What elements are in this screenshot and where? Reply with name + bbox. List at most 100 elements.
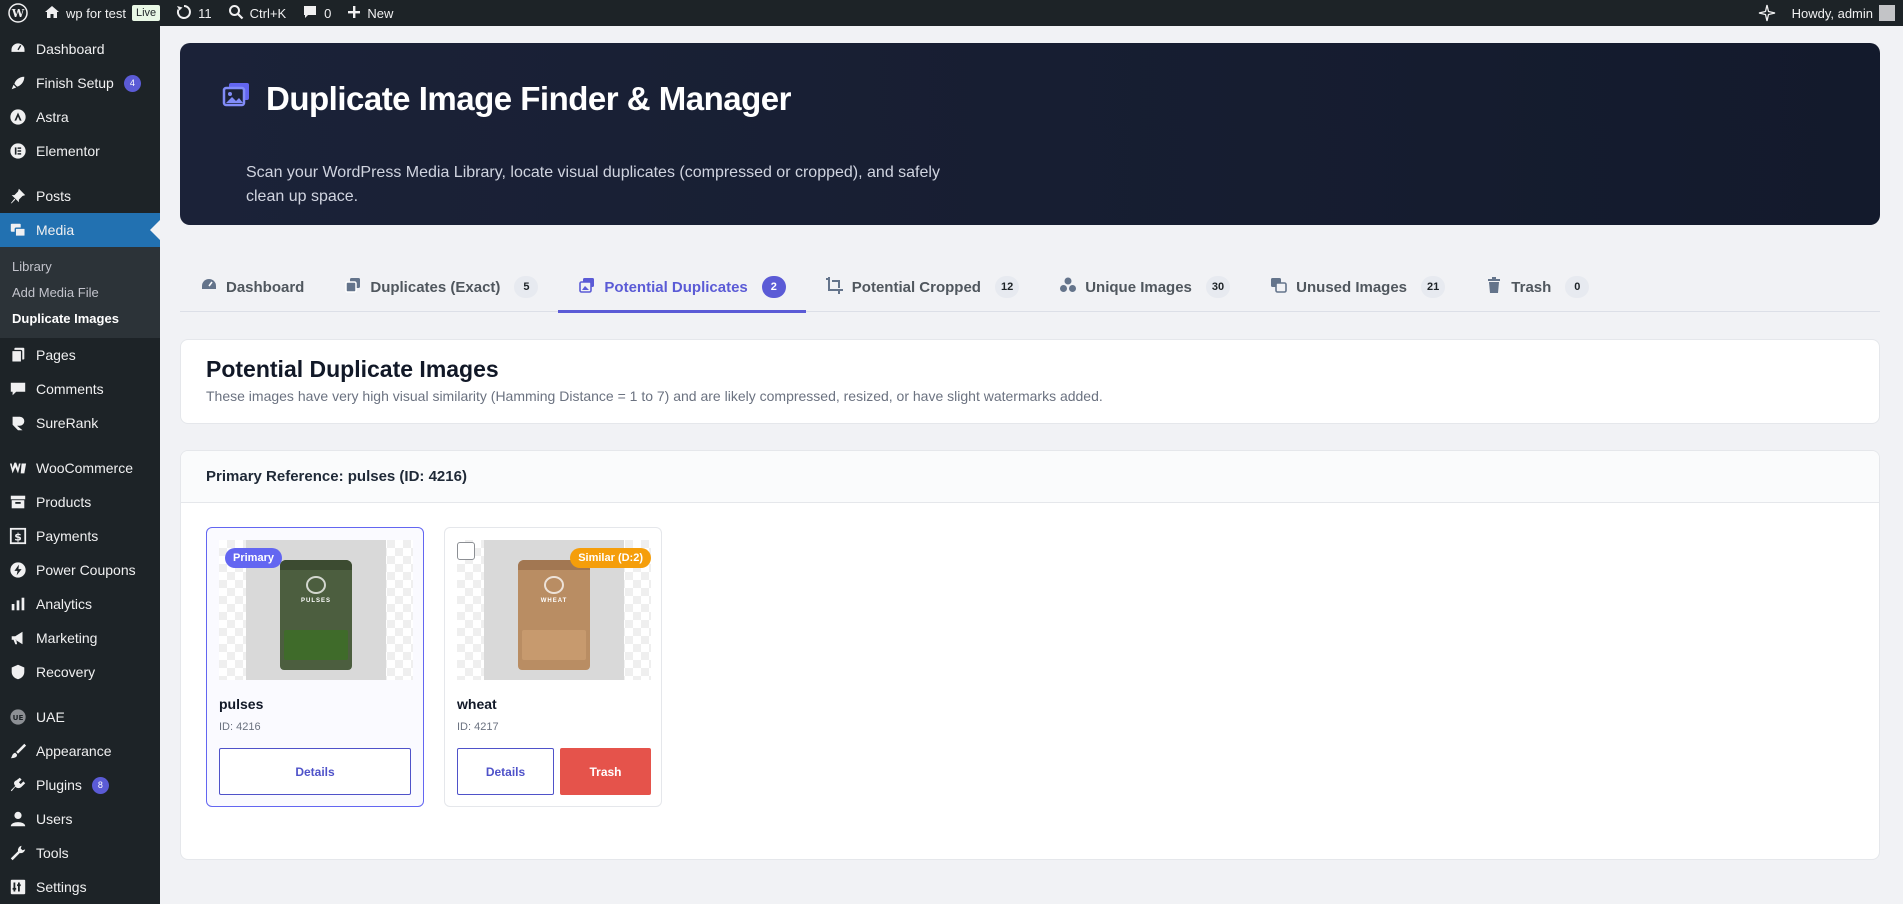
sidebar-item-plugins[interactable]: Plugins 8 bbox=[0, 768, 160, 802]
sidebar-item-marketing[interactable]: Marketing bbox=[0, 621, 160, 655]
sidebar-item-settings[interactable]: Settings bbox=[0, 870, 160, 904]
wrench-icon bbox=[8, 843, 28, 863]
trash-icon bbox=[1485, 276, 1503, 298]
images-icon bbox=[578, 276, 596, 298]
sidebar-item-comments[interactable]: Comments bbox=[0, 372, 160, 406]
sidebar-item-tools[interactable]: Tools bbox=[0, 836, 160, 870]
sidebar-item-analytics[interactable]: Analytics bbox=[0, 587, 160, 621]
sidebar-item-appearance[interactable]: Appearance bbox=[0, 734, 160, 768]
page-hero: Duplicate Image Finder & Manager Scan yo… bbox=[180, 43, 1880, 225]
images-stack-icon bbox=[220, 79, 252, 119]
section-description: These images have very high visual simil… bbox=[206, 388, 1103, 404]
sidebar-item-woocommerce[interactable]: WooCommerce bbox=[0, 451, 160, 485]
image-card-similar: WHEAT Similar (D:2) wheat ID: 4217 Detai… bbox=[444, 527, 662, 807]
tab-trash[interactable]: Trash 0 bbox=[1465, 262, 1609, 312]
image-card-primary: PULSES Primary pulses ID: 4216 Details bbox=[206, 527, 424, 807]
tab-potential-cropped[interactable]: Potential Cropped 12 bbox=[806, 262, 1039, 312]
sidebar-item-label: WooCommerce bbox=[36, 460, 133, 476]
comments-link[interactable]: 0 bbox=[294, 0, 339, 26]
woocommerce-icon bbox=[8, 458, 28, 478]
similarity-badge: Similar (D:2) bbox=[570, 548, 651, 568]
tab-label: Dashboard bbox=[226, 278, 305, 296]
new-content-link[interactable]: New bbox=[339, 0, 401, 26]
sidebar-item-label: Media bbox=[36, 222, 75, 238]
sidebar-item-power-coupons[interactable]: Power Coupons bbox=[0, 553, 160, 587]
tab-unused-images[interactable]: Unused Images 21 bbox=[1250, 262, 1465, 312]
sidebar-item-media[interactable]: Media bbox=[0, 213, 160, 247]
wordpress-logo-icon[interactable]: W bbox=[0, 0, 36, 26]
sidebar-item-label: Pages bbox=[36, 347, 76, 363]
plugins-count-badge: 8 bbox=[91, 776, 109, 794]
sidebar-item-label: Elementor bbox=[36, 143, 100, 159]
sidebar-item-label: UAE bbox=[36, 709, 65, 725]
sidebar-item-elementor[interactable]: Elementor bbox=[0, 134, 160, 168]
submenu-item-add-media-file[interactable]: Add Media File bbox=[0, 280, 160, 306]
tab-count: 21 bbox=[1421, 276, 1446, 298]
tab-count: 12 bbox=[994, 276, 1020, 298]
sidebar-item-uae[interactable]: UE UAE bbox=[0, 700, 160, 734]
new-label: New bbox=[367, 5, 394, 21]
user-icon bbox=[8, 809, 28, 829]
account-menu[interactable]: Howdy, admin bbox=[1784, 0, 1903, 26]
pushpin-icon bbox=[8, 186, 28, 206]
tab-label: Trash bbox=[1511, 278, 1552, 296]
sidebar-item-finish-setup[interactable]: Finish Setup 4 bbox=[0, 66, 160, 100]
sidebar-item-products[interactable]: Products bbox=[0, 485, 160, 519]
updates-link[interactable]: 11 bbox=[168, 0, 220, 26]
submenu-item-duplicate-images[interactable]: Duplicate Images bbox=[0, 306, 160, 332]
sidebar-item-astra[interactable]: Astra bbox=[0, 100, 160, 134]
bar-chart-icon bbox=[8, 594, 28, 614]
sidebar-item-label: Finish Setup bbox=[36, 75, 114, 91]
section-header-card: Potential Duplicate Images These images … bbox=[180, 339, 1880, 424]
sidebar-item-dashboard[interactable]: Dashboard bbox=[0, 32, 160, 66]
surerank-icon bbox=[8, 413, 28, 433]
primary-badge: Primary bbox=[225, 548, 282, 568]
paintbrush-icon bbox=[8, 741, 28, 761]
tab-count: 30 bbox=[1205, 276, 1231, 298]
tab-label: Potential Duplicates bbox=[604, 278, 748, 296]
site-name-link[interactable]: wp for test Live bbox=[36, 0, 168, 26]
bag-label: WHEAT bbox=[540, 598, 568, 604]
sidebar-item-label: Settings bbox=[36, 879, 87, 895]
svg-text:W: W bbox=[11, 7, 25, 20]
page-title-text: Duplicate Image Finder & Manager bbox=[266, 80, 791, 117]
duplicate-group-card: Primary Reference: pulses (ID: 4216) PUL… bbox=[180, 450, 1880, 860]
tab-unique-images[interactable]: Unique Images 30 bbox=[1039, 262, 1250, 312]
details-button[interactable]: Details bbox=[219, 748, 411, 795]
gauge-icon bbox=[200, 276, 218, 298]
sidebar-item-label: Recovery bbox=[36, 664, 96, 680]
sidebar-item-label: SureRank bbox=[36, 415, 99, 431]
ai-sparkle-icon[interactable] bbox=[1750, 0, 1784, 26]
select-checkbox[interactable] bbox=[457, 542, 475, 560]
dashboard-icon bbox=[8, 39, 28, 59]
tab-count: 5 bbox=[514, 276, 539, 298]
submenu-item-library[interactable]: Library bbox=[0, 254, 160, 280]
archive-icon bbox=[8, 492, 28, 512]
dollar-icon: $ bbox=[8, 526, 28, 546]
sidebar-item-surerank[interactable]: SureRank bbox=[0, 406, 160, 440]
admin-sidebar: Dashboard Finish Setup 4 Astra Elementor… bbox=[0, 26, 160, 904]
sidebar-item-label: Payments bbox=[36, 528, 99, 544]
tab-dashboard[interactable]: Dashboard bbox=[180, 262, 324, 312]
sidebar-item-posts[interactable]: Posts bbox=[0, 179, 160, 213]
sidebar-item-payments[interactable]: $ Payments bbox=[0, 519, 160, 553]
search-link[interactable]: Ctrl+K bbox=[220, 0, 294, 26]
svg-text:$: $ bbox=[14, 531, 22, 544]
image-name: wheat bbox=[457, 696, 497, 712]
sidebar-item-pages[interactable]: Pages bbox=[0, 338, 160, 372]
sidebar-item-label: Appearance bbox=[36, 743, 112, 759]
svg-text:UE: UE bbox=[13, 713, 24, 722]
sidebar-item-recovery[interactable]: Recovery bbox=[0, 655, 160, 689]
tab-duplicates-exact[interactable]: Duplicates (Exact) 5 bbox=[324, 262, 558, 312]
tab-bar: Dashboard Duplicates (Exact) 5 Potential… bbox=[180, 262, 1880, 313]
copy-images-icon bbox=[344, 276, 362, 298]
sidebar-item-users[interactable]: Users bbox=[0, 802, 160, 836]
uae-icon: UE bbox=[8, 707, 28, 727]
tab-potential-duplicates[interactable]: Potential Duplicates 2 bbox=[558, 262, 807, 313]
updates-icon bbox=[176, 4, 192, 23]
details-button[interactable]: Details bbox=[457, 748, 554, 795]
trash-button[interactable]: Trash bbox=[560, 748, 651, 795]
comments-count: 0 bbox=[324, 5, 332, 21]
settings-icon bbox=[8, 877, 28, 897]
megaphone-icon bbox=[8, 628, 28, 648]
